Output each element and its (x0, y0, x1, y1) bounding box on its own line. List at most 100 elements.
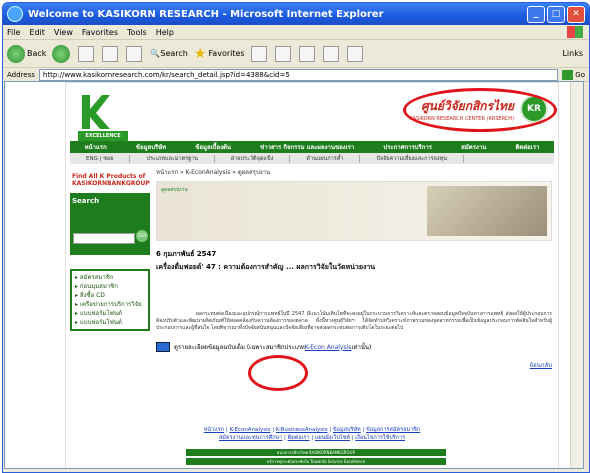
go-button[interactable]: Go (562, 69, 585, 80)
minimize-button[interactable]: _ (527, 5, 545, 23)
menu-help[interactable]: Help (156, 28, 174, 37)
links-button[interactable]: Links (562, 49, 583, 58)
subnav-lang[interactable]: ENG | ซอย (70, 154, 131, 163)
go-arrow-icon (562, 69, 574, 80)
search-input[interactable] (73, 233, 135, 244)
download-text[interactable]: ดูรายละเอียดข้อมูลฉบับเต็ม (เฉพาะสมาชิกป… (174, 342, 305, 352)
nav-news[interactable]: ข่าวสาร กิจกรรม และผลงานของเรา (260, 142, 354, 152)
stop-icon (78, 45, 95, 62)
nav-contact[interactable]: ติดต่อเรา (515, 142, 539, 152)
link-form-1[interactable]: ▸ แบบฟอร์มโฟนต์ (75, 309, 145, 318)
folder-icon (346, 45, 363, 62)
footer-link-business[interactable]: K-BusinessAnalysis (276, 427, 328, 433)
subnav-4[interactable]: ปัจจัยความเสี่ยงและการลงทุน (360, 154, 464, 163)
close-button[interactable]: ✕ (567, 5, 585, 23)
member-links: ▸ สมัครสมาชิก ▸ ก่อนมุมสมาชิก ▸ สิ่งซื้อ… (70, 269, 150, 331)
title-bar: Welcome to KASIKORN RESEARCH - Microsoft… (3, 3, 589, 25)
left-sidebar: Find All K Products of KASIKORNBANKGROUP… (70, 167, 150, 331)
subnav-3[interactable]: ด้านแผนการค้ำ (290, 154, 361, 163)
address-input[interactable]: http://www.kasikornresearch.com/kr/searc… (38, 68, 559, 81)
search-label: Search (160, 49, 188, 58)
search-go-button[interactable]: GO (136, 230, 148, 242)
article-date: 6 กุมภาพันธ์ 2547 (156, 250, 217, 258)
download-row: ดูรายละเอียดข้อมูลฉบับเต็ม (เฉพาะสมาชิกป… (156, 342, 552, 352)
print-icon (298, 45, 315, 62)
banner-label: ดูผลสรุปงาน (161, 187, 188, 193)
main-content: หน้าแรก » K-EconAnalysis » ดูผลสรุปงาน ด… (156, 167, 552, 370)
home-button[interactable] (126, 45, 144, 62)
web-viewport: EXCELLENCE ศูนย์วิจัยกสิกรไทย KASIKORN R… (4, 81, 584, 469)
links-label: Links (562, 49, 583, 58)
back-link[interactable]: ย้อนกลับ (156, 360, 552, 370)
menu-view[interactable]: View (54, 28, 73, 37)
subnav-1[interactable]: ประเภทและมาตรฐาน (130, 154, 215, 163)
article-paragraph: ผลกระทบต่อเนื่องและอุปกรณ์การแพทย์ในปี 2… (156, 311, 552, 331)
link-member-area[interactable]: ▸ ก่อนมุมสมาชิก (75, 282, 145, 291)
article-banner: ดูผลสรุปงาน (156, 181, 552, 241)
folder-button[interactable] (346, 45, 365, 62)
footer-bar-service: บริการทุกระดับประทับใจ Towards Service E… (186, 458, 446, 465)
search-heading: Search (72, 197, 100, 205)
red-highlight-oval-download (248, 355, 308, 391)
banner-image (427, 186, 547, 236)
link-buy-cd[interactable]: ▸ สิ่งซื้อ CD (75, 291, 145, 300)
favorites-button[interactable]: ★ Favorites (194, 46, 245, 62)
nav-services[interactable]: ประกาศการบริการ (383, 142, 432, 152)
mail-icon (274, 45, 291, 62)
windows-logo-icon (567, 26, 583, 38)
footer-bar-kasikorn: ธนาคารกสิกรไทย KASIKORNBANKGROUP (186, 449, 446, 456)
nav-basic-info[interactable]: ข้อมูลเบื้องต้น (195, 142, 231, 152)
footer-link-jobs[interactable]: สมัครงานและทุนการศึกษา (219, 435, 282, 441)
nav-company[interactable]: ข้อมูลบริษัท (136, 142, 166, 152)
forward-button[interactable] (52, 44, 72, 63)
main-nav: หน้าแรก ข้อมูลบริษัท ข้อมูลเบื้องต้น ข่า… (70, 141, 554, 153)
search-icon: 🔍 (150, 49, 161, 58)
stop-button[interactable] (78, 45, 96, 62)
link-form-2[interactable]: ▸ แบบฟอร์มโฟนต์ (75, 318, 145, 327)
k-letter-icon (82, 95, 110, 129)
find-products-link[interactable]: Find All K Products of KASIKORNBANKGROUP (70, 167, 150, 193)
footer-link-econ[interactable]: K-EconAnalysis (229, 427, 270, 433)
address-label: Address (7, 70, 35, 79)
refresh-button[interactable] (102, 45, 120, 62)
menu-file[interactable]: File (7, 28, 20, 37)
link-network[interactable]: ▸ เครือข่ายการบริการวิจัย (75, 300, 145, 309)
sub-nav: ENG | ซอย ประเภทและมาตรฐาน ฝ่ายประวัติจุ… (70, 153, 554, 164)
back-button[interactable]: Back (7, 44, 46, 63)
address-bar: Address http://www.kasikornresearch.com/… (3, 68, 589, 82)
footer-link-terms[interactable]: เงื่อนไขการใช้บริการ (355, 435, 405, 441)
kasikorn-k-logo[interactable]: EXCELLENCE (78, 93, 128, 141)
article-headline: เครื่องดื่มฟอยด์' 47 : ความต้องการสำคัญ … (156, 263, 376, 271)
red-highlight-oval-brand (403, 88, 557, 132)
search-button[interactable]: 🔍 Search (150, 49, 187, 58)
edit-button[interactable] (322, 45, 341, 62)
menu-edit[interactable]: Edit (29, 28, 45, 37)
footer-link-contact[interactable]: ติดต่อเรา (288, 435, 310, 441)
nav-jobs[interactable]: สมัครงาน (461, 142, 486, 152)
print-button[interactable] (298, 45, 317, 62)
excellence-label: EXCELLENCE (85, 133, 121, 139)
subnav-2[interactable]: ฝ่ายประวัติจุดแข็ง (215, 154, 291, 163)
footer-link-company[interactable]: ข้อมูลบริษัท (333, 427, 361, 433)
breadcrumb[interactable]: หน้าแรก » K-EconAnalysis » ดูผลสรุปงาน (156, 167, 552, 177)
mail-button[interactable] (274, 45, 293, 62)
excellence-bar: EXCELLENCE (78, 131, 128, 141)
favorites-star-icon: ★ (193, 45, 207, 62)
history-button[interactable] (250, 45, 269, 62)
ie-icon (7, 6, 23, 22)
document-icon[interactable] (156, 342, 170, 352)
vertical-scrollbar[interactable] (570, 82, 583, 468)
home-icon (126, 45, 143, 62)
footer-link-home[interactable]: หน้าแรก (204, 427, 224, 433)
window-title: Welcome to KASIKORN RESEARCH - Microsoft… (28, 8, 384, 20)
maximize-button[interactable]: □ (547, 5, 565, 23)
link-register[interactable]: ▸ สมัครสมาชิก (75, 273, 145, 282)
menu-favorites[interactable]: Favorites (82, 28, 118, 37)
k-econ-analysis-link[interactable]: K-Econ Analysis (305, 344, 352, 351)
footer-link-membership[interactable]: ข้อมูลการสมัครสมาชิก (366, 427, 420, 433)
favorites-label: Favorites (208, 49, 245, 58)
go-label: Go (575, 70, 585, 79)
menu-tools[interactable]: Tools (127, 28, 147, 37)
footer-link-sitemap[interactable]: แผนผังเว็บไซต์ (315, 435, 350, 441)
nav-home[interactable]: หน้าแรก (85, 142, 107, 152)
